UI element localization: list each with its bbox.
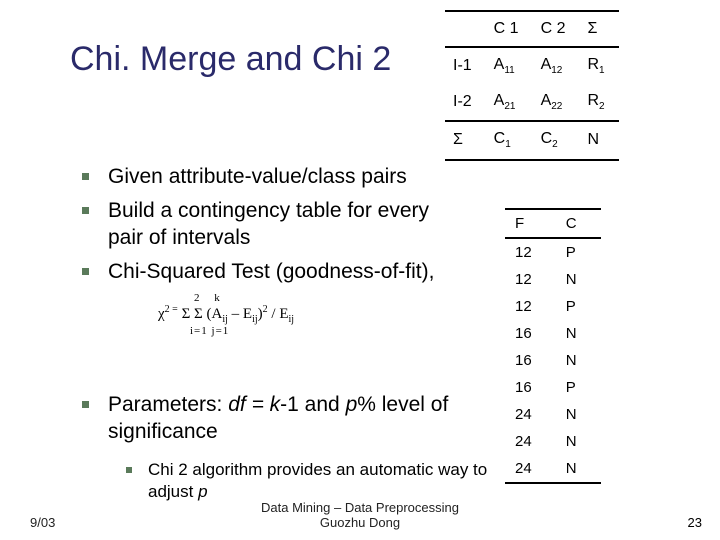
page-title: Chi. Merge and Chi 2 bbox=[70, 40, 391, 79]
table-cell: A22 bbox=[533, 84, 580, 121]
contingency-table-head: C 1C 2Σ bbox=[445, 11, 619, 47]
table-row: 24N bbox=[505, 401, 601, 428]
bullet-item: Build a contingency table for every pair… bbox=[108, 197, 468, 252]
table-row: 16N bbox=[505, 347, 601, 374]
contingency-header-cell: C 1 bbox=[486, 11, 533, 47]
table-row: 24N bbox=[505, 428, 601, 455]
table-cell: N bbox=[556, 428, 601, 455]
table-cell: 16 bbox=[505, 374, 556, 401]
table-cell: P bbox=[556, 238, 601, 266]
bullet-item: Chi-Squared Test (goodness-of-fit), bbox=[108, 258, 468, 286]
sub-bullet-list: Chi 2 algorithm provides an automatic wa… bbox=[108, 459, 488, 503]
table-row: 12N bbox=[505, 266, 601, 293]
fc-table-body: 12P12N12P16N16N16P24N24N24N bbox=[505, 238, 601, 483]
table-cell: 12 bbox=[505, 266, 556, 293]
table-cell: I-2 bbox=[445, 84, 486, 121]
sub-bullet-text: Chi 2 algorithm provides an automatic wa… bbox=[148, 460, 487, 501]
table-cell: I-1 bbox=[445, 47, 486, 84]
table-footer-cell: C2 bbox=[533, 121, 580, 159]
table-cell: 16 bbox=[505, 320, 556, 347]
footer-line2: Guozhu Dong bbox=[320, 515, 400, 530]
contingency-table-foot: ΣC1C2N bbox=[445, 121, 619, 159]
slide: Chi. Merge and Chi 2 Given attribute-val… bbox=[0, 0, 720, 540]
table-footer-cell: N bbox=[579, 121, 618, 159]
square-bullet-icon bbox=[82, 268, 89, 275]
table-cell: P bbox=[556, 293, 601, 320]
table-row: I-1A11A12R1 bbox=[445, 47, 619, 84]
bullet-text: Build a contingency table for every pair… bbox=[108, 199, 429, 250]
bullet-item: Parameters: df = k-1 and p% level of sig… bbox=[108, 391, 468, 446]
fc-table: FC 12P12N12P16N16N16P24N24N24N bbox=[505, 208, 601, 484]
bullet-text: Given attribute-value/class pairs bbox=[108, 165, 407, 188]
table-row: 16P bbox=[505, 374, 601, 401]
fc-header-cell: C bbox=[556, 209, 601, 238]
contingency-table-body: I-1A11A12R1I-2A21A22R2 bbox=[445, 47, 619, 121]
table-cell: A12 bbox=[533, 47, 580, 84]
sum-lower-limits: i=1 j=1 bbox=[158, 325, 294, 337]
table-footer-cell: C1 bbox=[486, 121, 533, 159]
footer-page-number: 23 bbox=[688, 515, 702, 530]
bullet-text: Chi-Squared Test (goodness-of-fit), bbox=[108, 260, 434, 283]
table-row: 12P bbox=[505, 238, 601, 266]
table-cell: N bbox=[556, 320, 601, 347]
contingency-table: C 1C 2Σ I-1A11A12R1I-2A21A22R2 ΣC1C2N bbox=[445, 10, 619, 161]
table-cell: 24 bbox=[505, 455, 556, 483]
table-row: 24N bbox=[505, 455, 601, 483]
table-row: 12P bbox=[505, 293, 601, 320]
formula-expression: χ2 = Σ Σ (Aij – Eij)2 / Eij bbox=[158, 304, 294, 325]
table-cell: N bbox=[556, 347, 601, 374]
bullet-text: Parameters: df = k-1 and p% level of sig… bbox=[108, 393, 448, 443]
contingency-header-cell: C 2 bbox=[533, 11, 580, 47]
table-cell: 16 bbox=[505, 347, 556, 374]
table-cell: 12 bbox=[505, 238, 556, 266]
chi-square-formula: 2 k χ2 = Σ Σ (Aij – Eij)2 / Eij i=1 j=1 bbox=[158, 292, 294, 337]
table-cell: A21 bbox=[486, 84, 533, 121]
bullet-list-main: Given attribute-value/class pairs Build … bbox=[68, 163, 468, 292]
sum-upper-limits: 2 k bbox=[158, 292, 294, 304]
contingency-header-cell bbox=[445, 11, 486, 47]
table-row: I-2A21A22R2 bbox=[445, 84, 619, 121]
square-bullet-icon bbox=[82, 207, 89, 214]
fc-header-cell: F bbox=[505, 209, 556, 238]
contingency-header-cell: Σ bbox=[579, 11, 618, 47]
table-cell: R2 bbox=[579, 84, 618, 121]
table-cell: A11 bbox=[486, 47, 533, 84]
table-cell: R1 bbox=[579, 47, 618, 84]
sub-bullet-item: Chi 2 algorithm provides an automatic wa… bbox=[148, 459, 488, 503]
table-cell: 12 bbox=[505, 293, 556, 320]
table-cell: 24 bbox=[505, 428, 556, 455]
table-cell: N bbox=[556, 266, 601, 293]
fc-table-head: FC bbox=[505, 209, 601, 238]
square-bullet-icon bbox=[126, 467, 132, 473]
square-bullet-icon bbox=[82, 401, 89, 408]
table-cell: N bbox=[556, 455, 601, 483]
bullet-parameters: Parameters: df = k-1 and p% level of sig… bbox=[68, 391, 468, 446]
square-bullet-icon bbox=[82, 173, 89, 180]
table-cell: 24 bbox=[505, 401, 556, 428]
table-cell: P bbox=[556, 374, 601, 401]
table-cell: N bbox=[556, 401, 601, 428]
footer-center: Data Mining – Data Preprocessing Guozhu … bbox=[0, 500, 720, 530]
footer-line1: Data Mining – Data Preprocessing bbox=[261, 500, 459, 515]
table-row: 16N bbox=[505, 320, 601, 347]
bullet-item: Given attribute-value/class pairs bbox=[108, 163, 468, 191]
table-footer-cell: Σ bbox=[445, 121, 486, 159]
